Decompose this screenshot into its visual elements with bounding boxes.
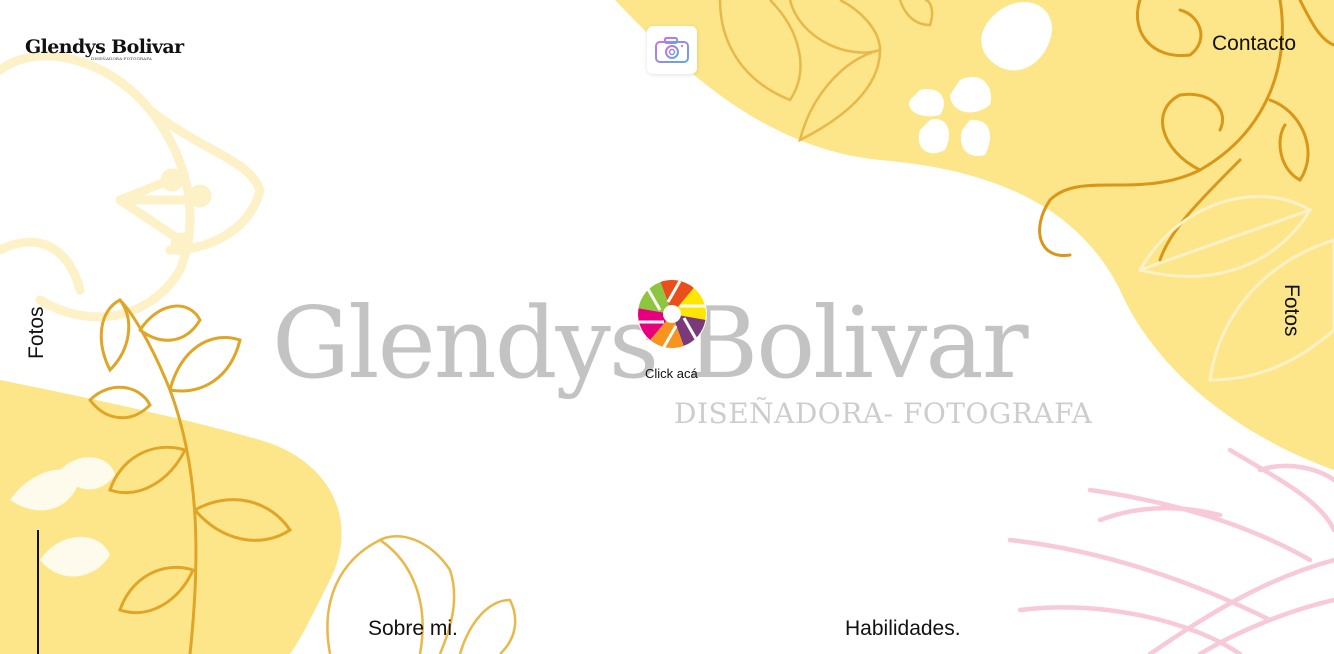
camera-button[interactable] xyxy=(647,26,697,74)
brand-logo-small[interactable]: Glendys Bolivar DISEÑADORA-FOTOGRAFA xyxy=(25,36,184,66)
pink-fern-bottom-right xyxy=(1007,447,1334,654)
faint-lily-drawing xyxy=(0,51,265,322)
click-here-label[interactable]: Click acá xyxy=(645,366,698,381)
vertical-divider-line xyxy=(37,530,39,654)
nav-fotos-right[interactable]: Fotos xyxy=(1279,284,1303,337)
aperture-logo-icon xyxy=(637,279,707,349)
camera-icon xyxy=(655,37,689,63)
nav-habilidades[interactable]: Habilidades. xyxy=(845,617,961,641)
nav-sobre-mi[interactable]: Sobre mi. xyxy=(368,617,458,641)
hero-tagline: DISEÑADORA- FOTOGRAFA xyxy=(674,397,1093,430)
nav-fotos-left[interactable]: Fotos xyxy=(25,306,49,359)
nav-contacto[interactable]: Contacto xyxy=(1212,32,1296,56)
brand-name-small: Glendys Bolivar xyxy=(25,36,184,58)
aperture-logo-button[interactable] xyxy=(636,278,708,350)
brand-tagline-small: DISEÑADORA-FOTOGRAFA xyxy=(91,56,152,61)
